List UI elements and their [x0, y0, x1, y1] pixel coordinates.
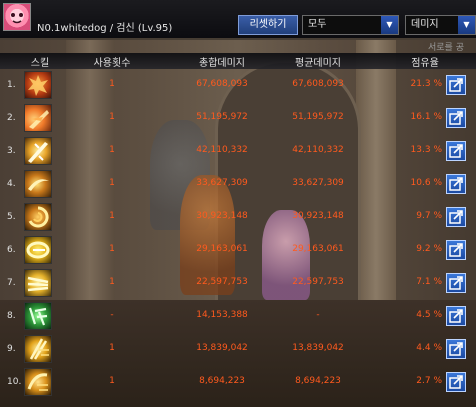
uses-count: 1: [109, 178, 115, 188]
table-row: 6. 1 29,163,061 29,163,061 9.2 %: [0, 234, 476, 267]
category-select[interactable]: 모두 ▼: [302, 15, 399, 35]
total-damage: 33,627,309: [196, 178, 248, 188]
total-damage: 29,163,061: [196, 244, 248, 254]
row-rank: 7.: [7, 278, 16, 288]
light-blade-skill-icon: [24, 137, 52, 165]
row-rank: 10.: [7, 377, 22, 387]
average-damage: 13,839,042: [292, 343, 344, 353]
table-header: 스킬 사용횟수 총합데미지 평균데미지 점유율: [0, 53, 476, 69]
flow-wave-skill-icon: [24, 368, 52, 396]
table-row: 1. 1 67,608,093 67,608,093 21.3 %: [0, 69, 476, 102]
uses-count: 1: [109, 145, 115, 155]
damage-share: 4.4 %: [416, 343, 442, 353]
uses-count: 1: [109, 376, 115, 386]
uses-count: 1: [109, 343, 115, 353]
total-damage: 8,694,223: [199, 376, 245, 386]
uses-count: 1: [109, 277, 115, 287]
average-damage: -: [316, 310, 320, 320]
flame-slash-skill-icon: [24, 104, 52, 132]
uses-count: 1: [109, 244, 115, 254]
total-damage: 13,839,042: [196, 343, 248, 353]
uses-count: -: [110, 310, 114, 320]
spiral-slash-skill-icon: [24, 203, 52, 231]
share-arrow-icon[interactable]: [446, 174, 466, 194]
average-damage: 29,163,061: [292, 244, 344, 254]
total-damage: 42,110,332: [196, 145, 248, 155]
uses-count: 1: [109, 112, 115, 122]
row-rank: 3.: [7, 146, 16, 156]
average-damage: 30,923,148: [292, 211, 344, 221]
table-row: 2. 1 51,195,972 51,195,972 16.1 %: [0, 102, 476, 135]
row-rank: 1.: [7, 80, 16, 90]
metric-select-value: 데미지: [411, 19, 439, 30]
share-arrow-icon[interactable]: [446, 306, 466, 326]
row-rank: 8.: [7, 311, 16, 321]
damage-share: 4.5 %: [416, 310, 442, 320]
header-total-damage: 총합데미지: [199, 58, 245, 69]
damage-share: 7.1 %: [416, 277, 442, 287]
share-arrow-icon[interactable]: [446, 75, 466, 95]
damage-share: 13.3 %: [410, 145, 442, 155]
share-arrow-icon[interactable]: [446, 339, 466, 359]
row-rank: 6.: [7, 245, 16, 255]
table-row: 7. 1 22,597,753 22,597,753 7.1 %: [0, 267, 476, 300]
chevron-down-icon[interactable]: ▼: [381, 16, 398, 34]
share-arrow-icon[interactable]: [446, 207, 466, 227]
total-damage: 30,923,148: [196, 211, 248, 221]
share-arrow-icon[interactable]: [446, 240, 466, 260]
header-share: 점유율: [411, 58, 439, 69]
damage-share: 10.6 %: [410, 178, 442, 188]
header-average-damage: 평균데미지: [295, 58, 341, 69]
average-damage: 22,597,753: [292, 277, 344, 287]
damage-meter-topbar: N0.1whitedog / 검신 (Lv.95) 리셋하기 모두 ▼ 데미지 …: [0, 0, 476, 38]
header-uses: 사용횟수: [93, 58, 131, 69]
damage-share: 21.3 %: [410, 79, 442, 89]
share-arrow-icon[interactable]: [446, 273, 466, 293]
chevron-down-icon[interactable]: ▼: [458, 16, 475, 34]
row-rank: 4.: [7, 179, 16, 189]
damage-share: 9.7 %: [416, 211, 442, 221]
header-skill: 스킬: [30, 58, 50, 69]
row-rank: 2.: [7, 113, 16, 123]
average-damage: 67,608,093: [292, 79, 344, 89]
damage-share: 9.2 %: [416, 244, 442, 254]
total-damage: 51,195,972: [196, 112, 248, 122]
table-row: 10. 1 8,694,223 8,694,223 2.7 %: [0, 366, 476, 399]
metric-select[interactable]: 데미지 ▼: [405, 15, 476, 35]
damage-share: 2.7 %: [416, 376, 442, 386]
uses-count: 1: [109, 79, 115, 89]
table-row: 8. - 14,153,388 - 4.5 %: [0, 300, 476, 333]
average-damage: 8,694,223: [295, 376, 341, 386]
crescent-slash-skill-icon: [24, 170, 52, 198]
reset-button[interactable]: 리셋하기: [238, 15, 298, 35]
green-rune-skill-icon: [24, 302, 52, 330]
category-select-value: 모두: [308, 19, 327, 30]
row-rank: 5.: [7, 212, 16, 222]
triple-slash-skill-icon: [24, 269, 52, 297]
fire-burst-skill-icon: [24, 71, 52, 99]
table-row: 5. 1 30,923,148 30,923,148 9.7 %: [0, 201, 476, 234]
share-arrow-icon[interactable]: [446, 372, 466, 392]
average-damage: 42,110,332: [292, 145, 344, 155]
share-arrow-icon[interactable]: [446, 141, 466, 161]
total-damage: 22,597,753: [196, 277, 248, 287]
table-row: 9. 1 13,839,042 13,839,042 4.4 %: [0, 333, 476, 366]
uses-count: 1: [109, 211, 115, 221]
total-damage: 67,608,093: [196, 79, 248, 89]
average-damage: 33,627,309: [292, 178, 344, 188]
flow-strike-skill-icon: [24, 335, 52, 363]
average-damage: 51,195,972: [292, 112, 344, 122]
table-row: 3. 1 42,110,332 42,110,332 13.3 %: [0, 135, 476, 168]
table-row: 4. 1 33,627,309 33,627,309 10.6 %: [0, 168, 476, 201]
total-damage: 14,153,388: [196, 310, 248, 320]
damage-share: 16.1 %: [410, 112, 442, 122]
character-name-level: N0.1whitedog / 검신 (Lv.95): [37, 23, 173, 34]
character-avatar: [3, 3, 31, 31]
share-arrow-icon[interactable]: [446, 108, 466, 128]
golden-arc-skill-icon: [24, 236, 52, 264]
overlay-subtitle: 서로를 공: [428, 43, 464, 53]
row-rank: 9.: [7, 344, 16, 354]
